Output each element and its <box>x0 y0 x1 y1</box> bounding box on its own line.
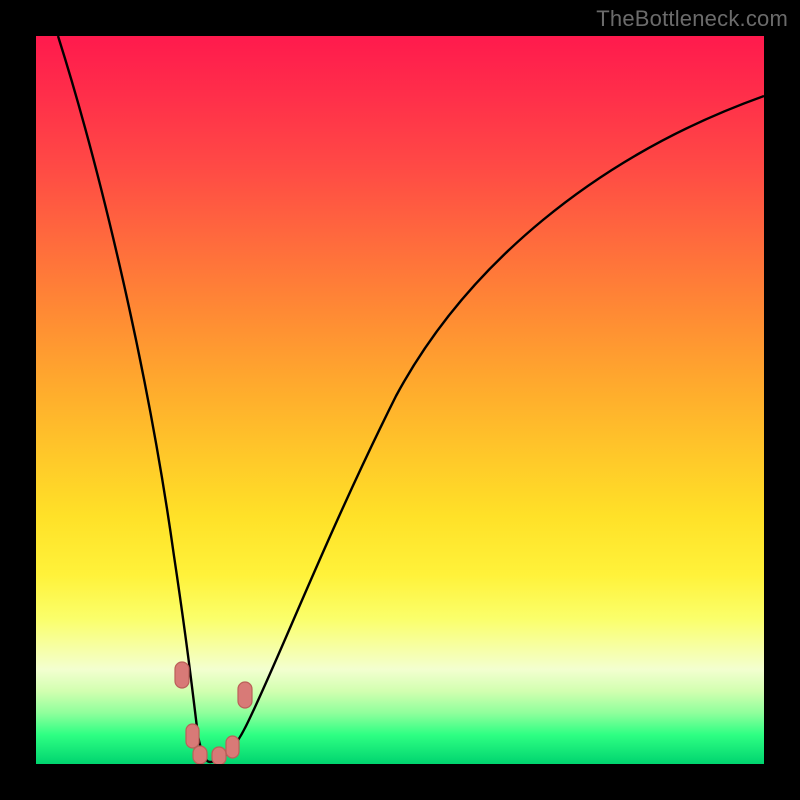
curve-path <box>58 36 764 762</box>
chart-svg <box>36 36 764 764</box>
plot-area <box>36 36 764 764</box>
markers-group <box>175 662 252 764</box>
curve-marker <box>193 746 207 764</box>
curve-marker <box>212 747 226 764</box>
curve-marker <box>238 682 252 708</box>
curve-marker <box>175 662 189 688</box>
watermark-text: TheBottleneck.com <box>596 6 788 32</box>
curve-marker <box>226 736 239 758</box>
chart-frame: TheBottleneck.com <box>0 0 800 800</box>
curve-marker <box>186 724 199 748</box>
